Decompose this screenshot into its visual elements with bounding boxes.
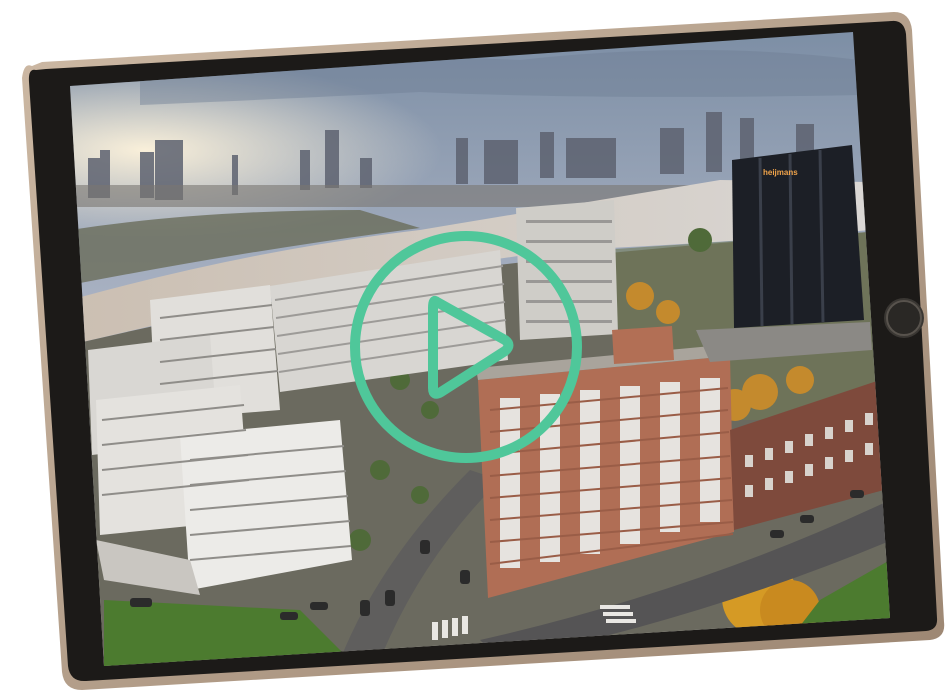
tablet-illustration: heijmans bbox=[0, 0, 952, 694]
building-sign: heijmans bbox=[763, 168, 798, 177]
tablet-svg: heijmans bbox=[22, 12, 945, 690]
home-button[interactable] bbox=[884, 298, 924, 338]
video-frame: heijmans bbox=[70, 32, 890, 666]
office-tower: heijmans bbox=[732, 145, 864, 328]
